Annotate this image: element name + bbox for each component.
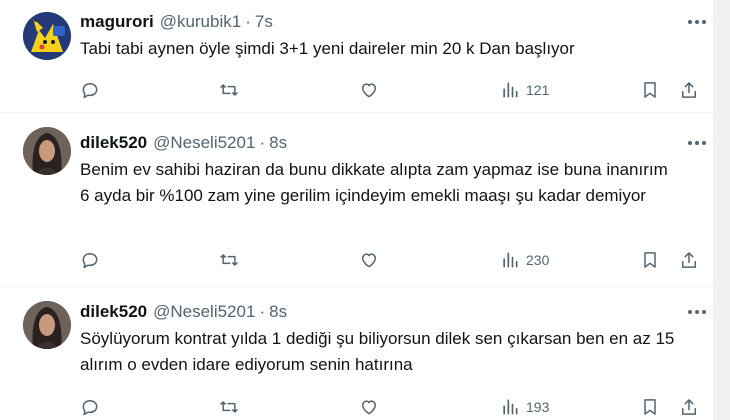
user-handle[interactable]: @kurubik1 bbox=[160, 12, 242, 32]
tweet-header: dilek520 @Neseli5201 · 8s bbox=[80, 133, 287, 153]
reply-button[interactable] bbox=[80, 79, 100, 101]
more-options-button[interactable] bbox=[683, 133, 711, 153]
user-handle[interactable]: @Neseli5201 bbox=[153, 133, 255, 153]
timestamp[interactable]: 7s bbox=[255, 12, 273, 32]
avatar[interactable] bbox=[23, 127, 71, 175]
reply-icon bbox=[82, 253, 98, 269]
share-icon bbox=[682, 399, 696, 415]
tweet[interactable]: magurori @kurubik1 · 7s Tabi tabi aynen … bbox=[0, 0, 713, 113]
bookmark-button[interactable] bbox=[640, 396, 660, 418]
more-icon bbox=[688, 141, 706, 145]
share-icon bbox=[682, 82, 696, 98]
heart-icon bbox=[362, 400, 376, 415]
tweet-text: Tabi tabi aynen öyle şimdi 3+1 yeni dair… bbox=[80, 39, 575, 58]
tweet-actions: 121 bbox=[80, 79, 710, 101]
retweet-icon bbox=[220, 401, 238, 413]
more-icon bbox=[688, 20, 706, 24]
scrollbar[interactable] bbox=[713, 0, 730, 420]
bookmark-button[interactable] bbox=[640, 79, 660, 101]
timestamp[interactable]: 8s bbox=[269, 302, 287, 322]
bookmark-icon bbox=[644, 252, 656, 268]
heart-icon bbox=[362, 253, 376, 268]
woman-avatar-icon bbox=[23, 127, 71, 175]
woman-avatar-icon bbox=[23, 301, 71, 349]
tweet-header: magurori @kurubik1 · 7s bbox=[80, 12, 273, 32]
bookmark-icon bbox=[644, 399, 656, 415]
share-button[interactable] bbox=[679, 79, 699, 101]
separator-dot: · bbox=[245, 12, 251, 31]
retweet-button[interactable] bbox=[219, 396, 239, 418]
separator-dot: · bbox=[259, 133, 266, 152]
separator-dot: · bbox=[259, 302, 266, 321]
bookmark-button[interactable] bbox=[640, 249, 660, 271]
display-name[interactable]: dilek520 bbox=[80, 302, 147, 322]
like-button[interactable] bbox=[359, 79, 379, 101]
avatar[interactable] bbox=[23, 301, 71, 349]
more-options-button[interactable] bbox=[683, 302, 711, 322]
share-icon bbox=[682, 252, 696, 268]
tweet-feed: magurori @kurubik1 · 7s Tabi tabi aynen … bbox=[0, 0, 713, 420]
reply-icon bbox=[82, 400, 98, 416]
tweet-header: dilek520 @Neseli5201 · 8s bbox=[80, 302, 287, 322]
pikachu-avatar-icon bbox=[23, 12, 71, 60]
like-button[interactable] bbox=[359, 396, 379, 418]
tweet-actions: 193 bbox=[80, 396, 710, 418]
views-count: 121 bbox=[526, 82, 550, 98]
views-button[interactable]: 230 bbox=[500, 249, 549, 271]
reply-icon bbox=[82, 83, 98, 99]
display-name[interactable]: magurori bbox=[80, 12, 154, 32]
share-button[interactable] bbox=[679, 249, 699, 271]
views-count: 193 bbox=[526, 399, 550, 415]
views-button[interactable]: 193 bbox=[500, 396, 549, 418]
tweet[interactable]: dilek520 @Neseli5201 · 8s Söylüyorum kon… bbox=[0, 287, 713, 420]
reply-button[interactable] bbox=[80, 396, 100, 418]
share-button[interactable] bbox=[679, 396, 699, 418]
avatar[interactable] bbox=[23, 12, 71, 60]
retweet-button[interactable] bbox=[219, 249, 239, 271]
tweet-text: Benim ev sahibi haziran da bunu dikkate … bbox=[80, 160, 668, 205]
analytics-icon bbox=[503, 252, 518, 268]
bookmark-icon bbox=[644, 82, 656, 98]
more-options-button[interactable] bbox=[683, 12, 711, 32]
heart-icon bbox=[362, 83, 376, 98]
user-handle[interactable]: @Neseli5201 bbox=[153, 302, 255, 322]
retweet-button[interactable] bbox=[219, 79, 239, 101]
display-name[interactable]: dilek520 bbox=[80, 133, 147, 153]
more-icon bbox=[688, 310, 706, 314]
retweet-icon bbox=[220, 84, 238, 96]
timestamp[interactable]: 8s bbox=[269, 133, 287, 153]
views-count: 230 bbox=[526, 252, 550, 268]
views-button[interactable]: 121 bbox=[500, 79, 549, 101]
tweet-text: Söylüyorum kontrat yılda 1 dediği şu bil… bbox=[80, 329, 675, 374]
analytics-icon bbox=[503, 399, 518, 415]
analytics-icon bbox=[503, 82, 518, 98]
tweet[interactable]: dilek520 @Neseli5201 · 8s Benim ev sahib… bbox=[0, 113, 713, 287]
tweet-actions: 230 bbox=[80, 249, 710, 271]
reply-button[interactable] bbox=[80, 249, 100, 271]
retweet-icon bbox=[220, 254, 238, 266]
like-button[interactable] bbox=[359, 249, 379, 271]
